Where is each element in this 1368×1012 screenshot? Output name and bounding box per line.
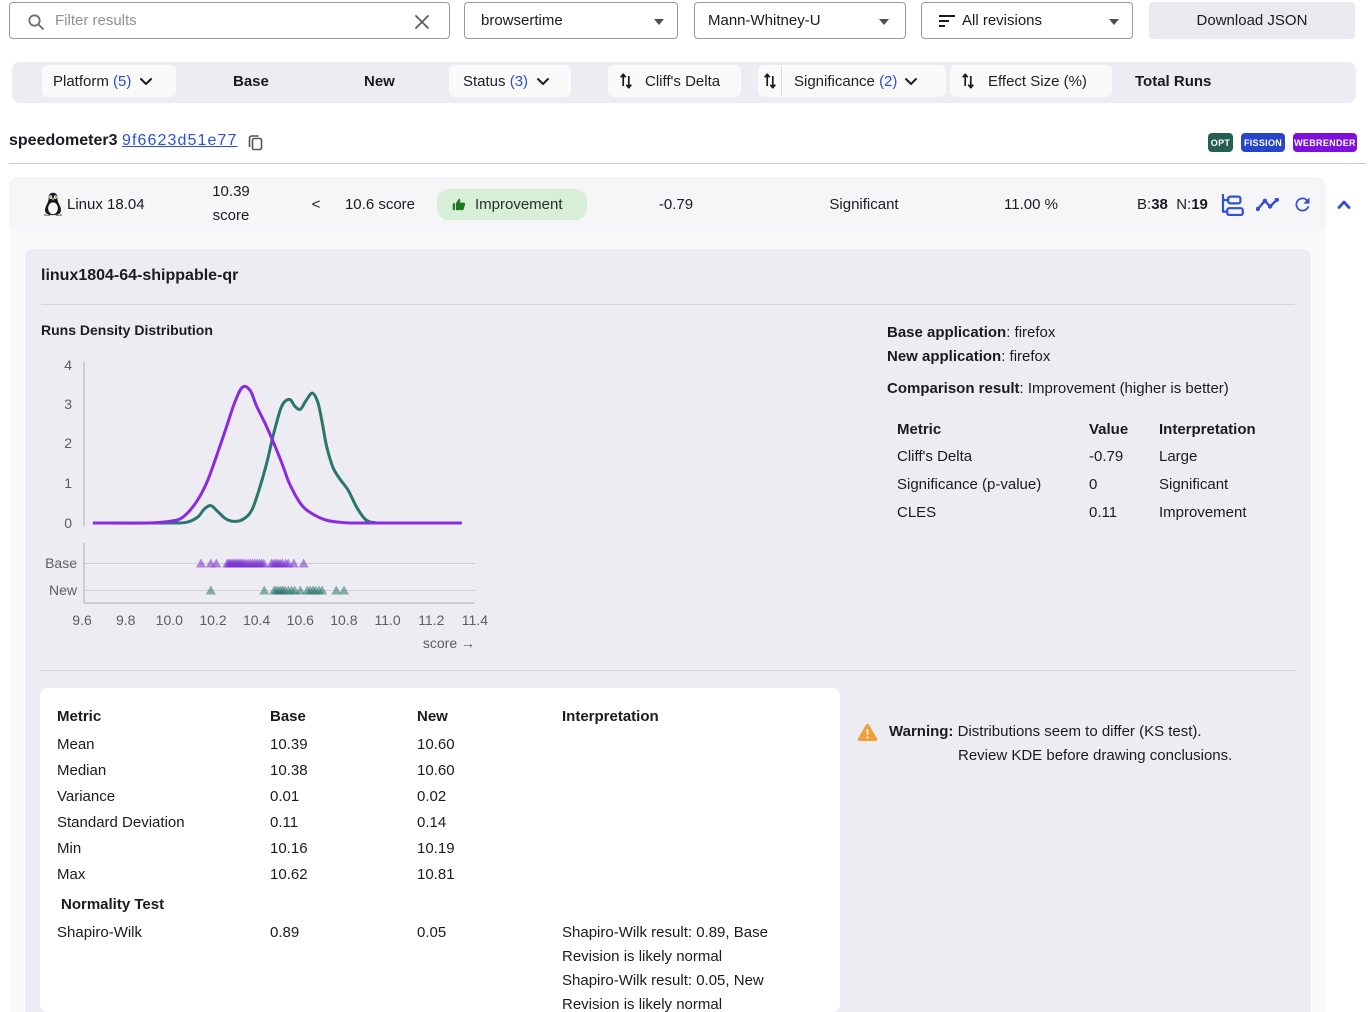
svg-text:10.4: 10.4	[243, 612, 270, 628]
svg-text:3: 3	[64, 396, 72, 412]
svg-text:9.8: 9.8	[116, 612, 136, 628]
svg-text:9.6: 9.6	[72, 612, 92, 628]
svg-text:Base: Base	[45, 555, 77, 571]
svg-text:0: 0	[64, 515, 72, 531]
svg-text:1: 1	[64, 475, 72, 491]
svg-text:10.0: 10.0	[156, 612, 183, 628]
svg-text:10.2: 10.2	[199, 612, 226, 628]
svg-text:4: 4	[64, 357, 72, 373]
svg-text:10.8: 10.8	[330, 612, 357, 628]
svg-text:10.6: 10.6	[287, 612, 314, 628]
svg-text:11.2: 11.2	[418, 612, 444, 628]
svg-text:score →: score →	[423, 635, 475, 651]
svg-text:11.0: 11.0	[374, 612, 400, 628]
svg-text:11.4: 11.4	[462, 612, 488, 628]
svg-text:2: 2	[64, 435, 72, 451]
svg-text:New: New	[49, 582, 78, 598]
